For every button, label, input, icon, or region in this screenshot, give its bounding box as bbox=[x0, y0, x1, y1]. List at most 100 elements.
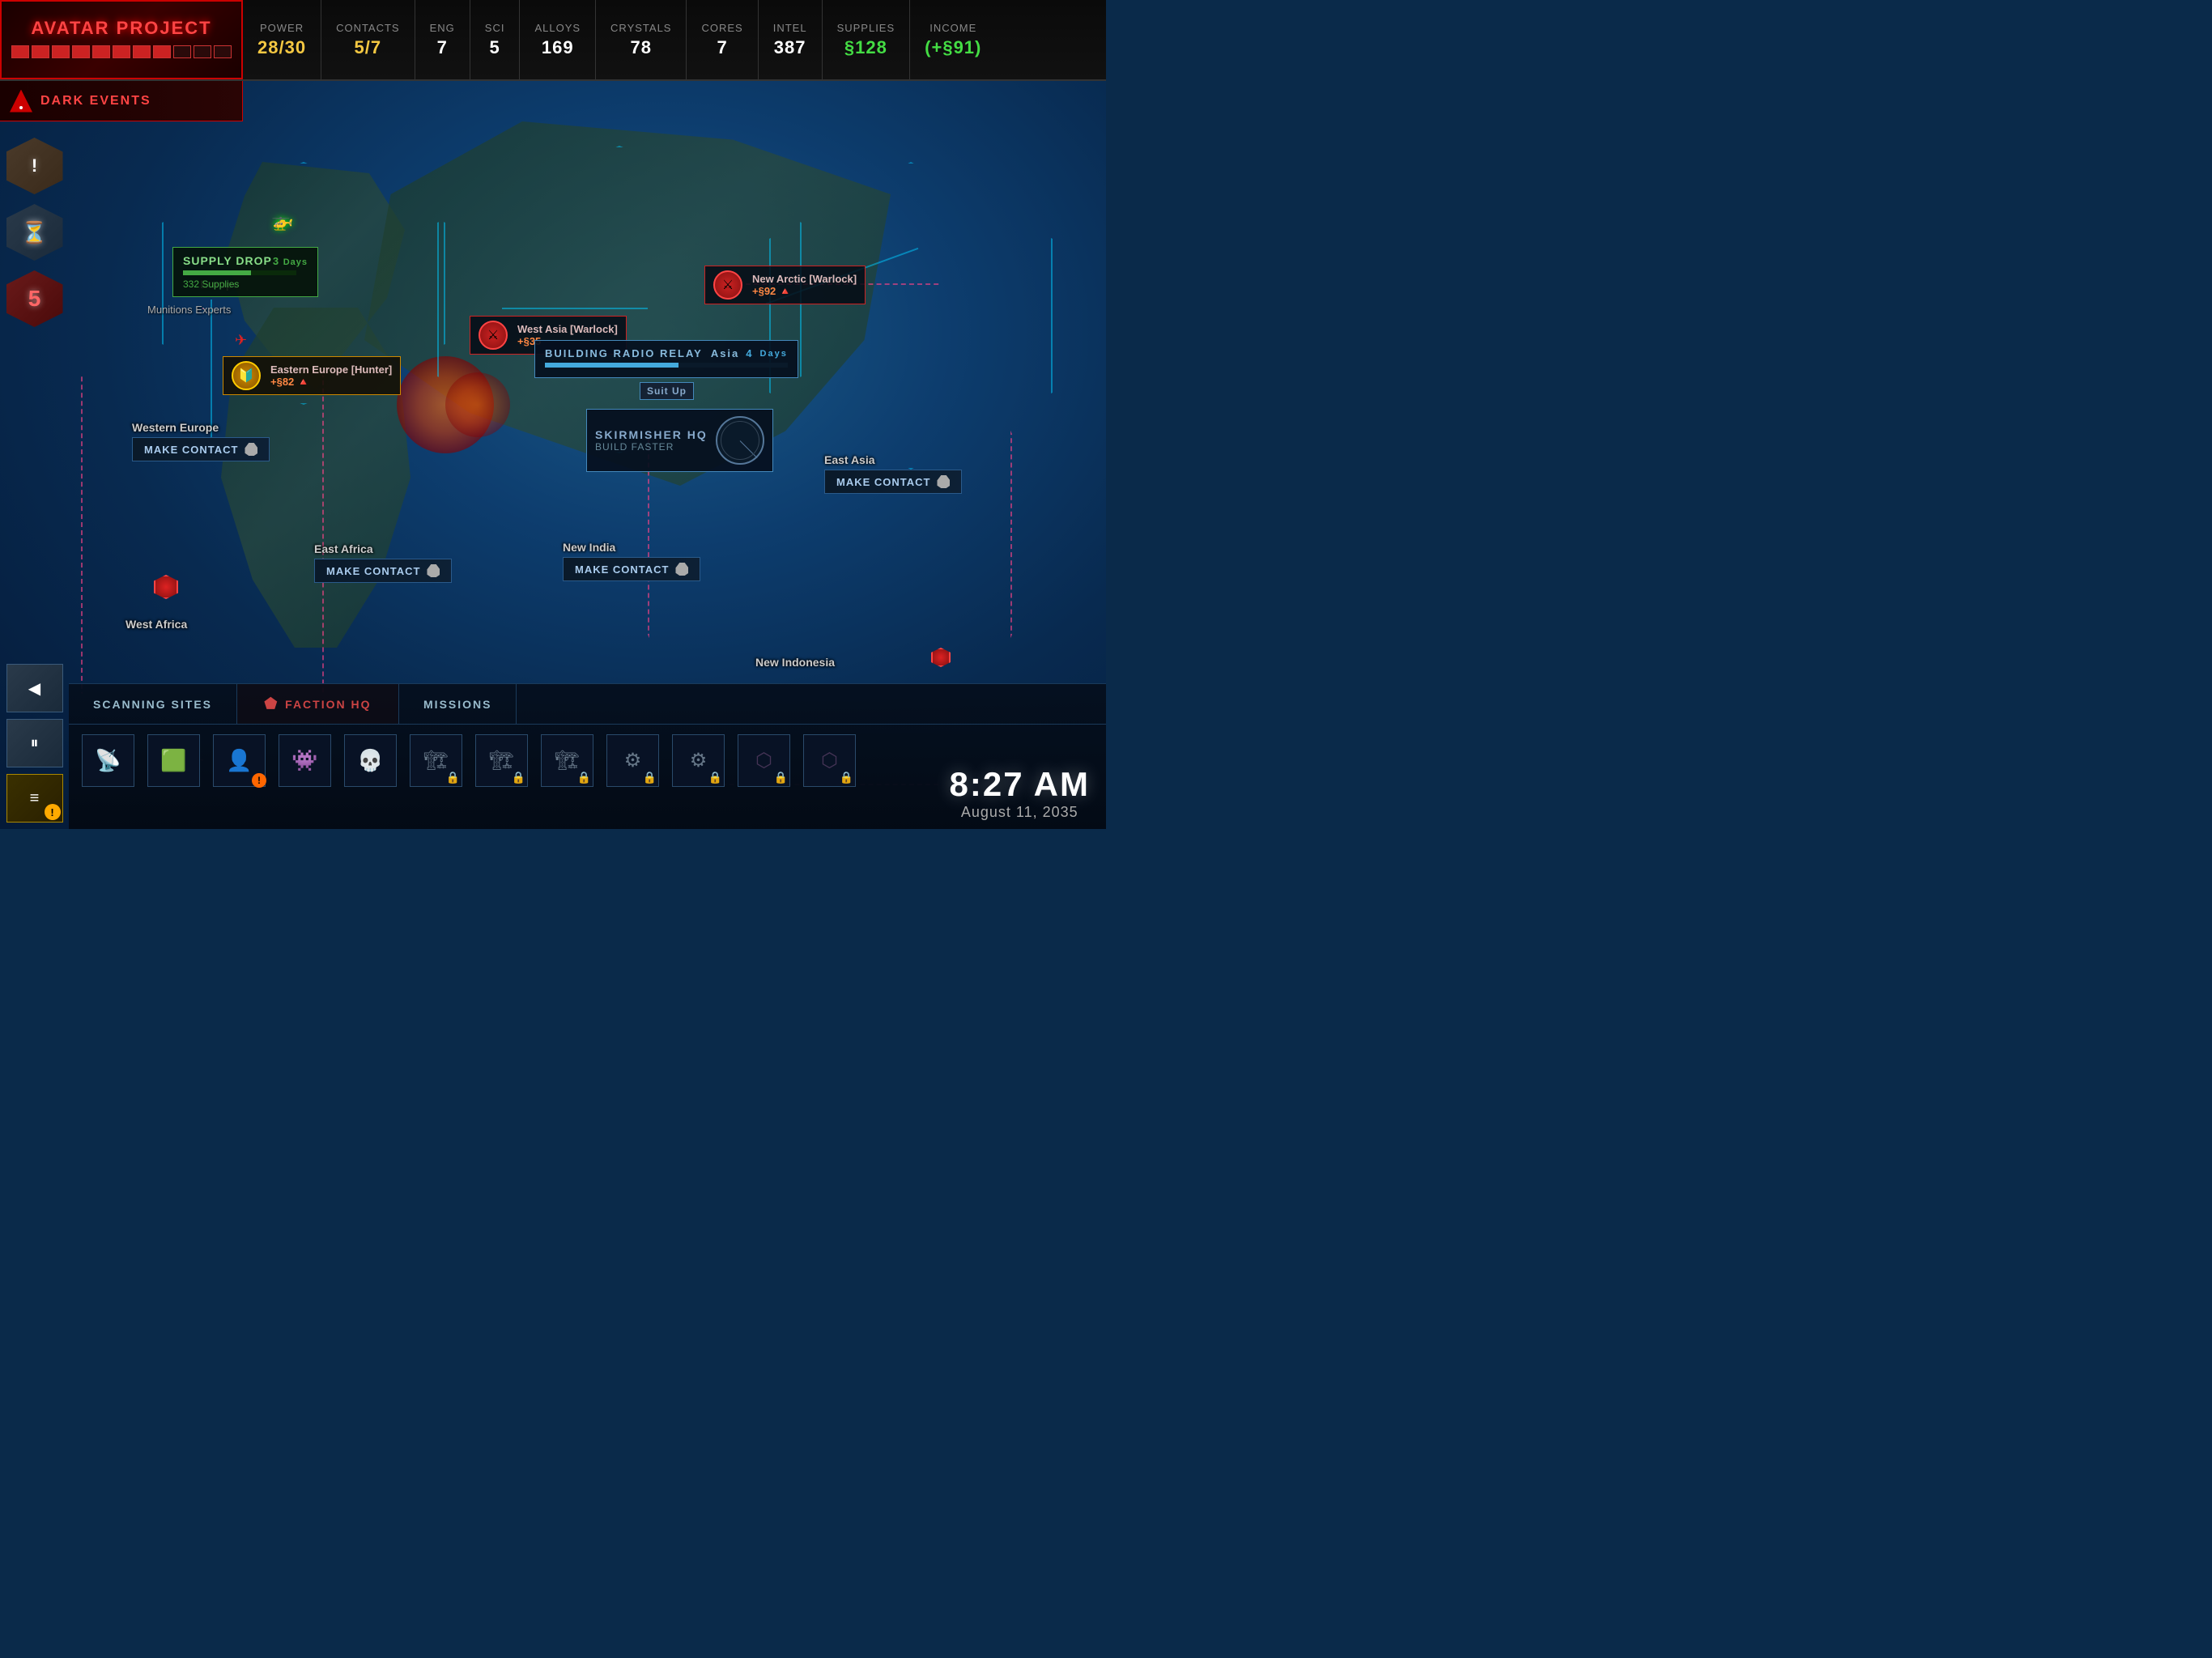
mission-3-icon: 🏗 bbox=[555, 749, 579, 772]
pip-4 bbox=[72, 45, 90, 58]
mission-2-icon: 🏗 bbox=[489, 749, 513, 772]
supply-drop-title: SUPPLY DROP bbox=[183, 254, 272, 267]
suit-up-label: Suit Up bbox=[640, 382, 694, 400]
pip-8 bbox=[153, 45, 171, 58]
avatar-project-title: AVATAR PROJECT bbox=[31, 18, 211, 39]
top-bar: AVATAR PROJECT POWER 28/30 CONTACTS 5/7 … bbox=[0, 0, 1106, 81]
pip-6 bbox=[113, 45, 130, 58]
skirmisher-title: SKIRMISHER HQ bbox=[595, 428, 708, 441]
warlock-unit-icon-arctic: ⚔ bbox=[713, 270, 742, 300]
bottom-icon-green-box[interactable]: 🟩 bbox=[147, 734, 200, 787]
stat-supplies[interactable]: SUPPLIES §128 bbox=[823, 0, 911, 79]
pip-2 bbox=[32, 45, 49, 58]
east-asia-make-contact-button[interactable]: MAKE CONTACT bbox=[824, 470, 962, 494]
stat-sci[interactable]: SCI 5 bbox=[470, 0, 521, 79]
make-contact-label-ea: MAKE CONTACT bbox=[326, 565, 420, 577]
dark-events-bar[interactable]: DARK EVENTS bbox=[0, 81, 243, 121]
fist-icon-we bbox=[245, 443, 257, 456]
mission-count-label: 5 bbox=[28, 286, 41, 312]
green-unit-europe: 🚁 bbox=[271, 210, 293, 232]
timer-icon: ⏳ bbox=[21, 220, 47, 245]
building-radio-relay-overlay[interactable]: BUILDING RADIO RELAY Asia 4 Days bbox=[534, 340, 798, 378]
stat-power[interactable]: POWER 28/30 bbox=[243, 0, 321, 79]
pause-button[interactable]: ⏸ bbox=[6, 719, 63, 767]
fist-icon-easia bbox=[937, 475, 950, 488]
scanning-sites-tab[interactable]: SCANNING SITES bbox=[69, 684, 237, 724]
radar-sweep bbox=[739, 440, 757, 458]
stat-alloys[interactable]: ALLOYS 169 bbox=[520, 0, 596, 79]
mission-count-button[interactable]: 5 bbox=[6, 270, 63, 327]
new-arctic-warlock-label[interactable]: ⚔ New Arctic [Warlock] +§92 🔺 bbox=[704, 266, 866, 304]
pause-icon: ⏸ bbox=[31, 734, 39, 753]
skirmisher-radar-icon bbox=[716, 416, 764, 465]
building-relay-progress bbox=[545, 363, 788, 368]
new-india-make-contact-button[interactable]: MAKE CONTACT bbox=[563, 557, 700, 581]
supply-drop-days: 3 Days bbox=[273, 255, 308, 267]
bottom-icon-antenna[interactable]: 📡 bbox=[82, 734, 134, 787]
bottom-icon-mission-1[interactable]: 🏗 bbox=[410, 734, 462, 787]
time-label: 8:27 AM bbox=[950, 765, 1091, 804]
warlock-unit-icon-west-asia: ⚔ bbox=[479, 321, 508, 350]
bottom-icon-mission-7[interactable]: ⬡ bbox=[803, 734, 856, 787]
make-contact-label-easia: MAKE CONTACT bbox=[836, 476, 930, 488]
west-asia-warlock-name: West Asia [Warlock] bbox=[517, 323, 618, 335]
fist-icon-ea bbox=[427, 564, 440, 577]
skirmisher-hq-overlay[interactable]: SKIRMISHER HQ BUILD FASTER bbox=[586, 409, 773, 472]
faction-hq-icon: ⬟ bbox=[265, 695, 279, 712]
bottom-icon-mission-5[interactable]: ⚙ bbox=[672, 734, 725, 787]
hunter-region-name: Eastern Europe [Hunter] bbox=[270, 363, 392, 376]
skull-icon: 💀 bbox=[357, 748, 383, 773]
stat-income[interactable]: INCOME (+§91) bbox=[910, 0, 996, 79]
pip-5 bbox=[92, 45, 110, 58]
supply-drop-overlay[interactable]: SUPPLY DROP 3 Days 332 Supplies bbox=[172, 247, 318, 297]
menu-alert-dot: ! bbox=[45, 804, 61, 820]
alert-hex-button[interactable]: ! bbox=[6, 138, 63, 194]
skirmisher-sub: BUILD FASTER bbox=[595, 441, 708, 453]
stat-crystals[interactable]: CRYSTALS 78 bbox=[596, 0, 687, 79]
stat-intel[interactable]: INTEL 387 bbox=[759, 0, 823, 79]
bottom-icon-person[interactable]: 👤 ! bbox=[213, 734, 266, 787]
person-alert: ! bbox=[252, 773, 266, 788]
faction-hq-tab[interactable]: ⬟ FACTION HQ bbox=[237, 684, 399, 724]
stat-contacts[interactable]: CONTACTS 5/7 bbox=[321, 0, 415, 79]
datetime-display: 8:27 AM August 11, 2035 bbox=[950, 765, 1091, 821]
avatar-progress-bar bbox=[11, 45, 232, 58]
hunter-unit-icon: 🔰 bbox=[232, 361, 261, 390]
arctic-income: +§92 🔺 bbox=[752, 285, 857, 298]
mission-6-icon: ⬡ bbox=[755, 749, 772, 772]
avatar-project-panel: AVATAR PROJECT bbox=[0, 0, 243, 79]
bottom-icon-mission-3[interactable]: 🏗 bbox=[541, 734, 593, 787]
bottom-icon-skull[interactable]: 💀 bbox=[344, 734, 397, 787]
date-label: August 11, 2035 bbox=[950, 804, 1091, 821]
bottom-icon-alien[interactable]: 👾 bbox=[279, 734, 331, 787]
stat-cores[interactable]: CORES 7 bbox=[687, 0, 758, 79]
make-contact-label-ni: MAKE CONTACT bbox=[575, 563, 669, 576]
building-relay-title: BUILDING RADIO RELAY bbox=[545, 347, 703, 359]
mission-1-icon: 🏗 bbox=[423, 749, 448, 772]
alien-icon: 👾 bbox=[291, 748, 317, 773]
supply-drop-supplies: 332 Supplies bbox=[183, 278, 308, 290]
stat-eng[interactable]: ENG 7 bbox=[415, 0, 470, 79]
missions-tab[interactable]: MISSIONS bbox=[399, 684, 517, 724]
eastern-europe-hunter-label[interactable]: 🔰 Eastern Europe [Hunter] +§82 🔺 bbox=[223, 356, 401, 395]
pip-1 bbox=[11, 45, 29, 58]
new-india-region: New India MAKE CONTACT bbox=[563, 541, 700, 581]
pip-7 bbox=[133, 45, 151, 58]
bottom-icon-mission-4[interactable]: ⚙ bbox=[606, 734, 659, 787]
bottom-tabs-row: SCANNING SITES ⬟ FACTION HQ MISSIONS bbox=[69, 684, 1106, 725]
east-africa-region: East Africa MAKE CONTACT bbox=[314, 542, 452, 583]
hunter-income: +§82 🔺 bbox=[270, 376, 392, 389]
east-africa-make-contact-button[interactable]: MAKE CONTACT bbox=[314, 559, 452, 583]
bottom-icon-mission-6[interactable]: ⬡ bbox=[738, 734, 790, 787]
dark-events-label: DARK EVENTS bbox=[40, 94, 151, 108]
scroll-left-button[interactable]: ◀ bbox=[6, 664, 63, 712]
menu-button[interactable]: ≡ ! bbox=[6, 774, 63, 823]
menu-icon: ≡ bbox=[30, 789, 40, 808]
timer-hex-button[interactable]: ⏳ bbox=[6, 204, 63, 261]
red-unit-west-africa bbox=[154, 575, 178, 599]
pip-3 bbox=[52, 45, 70, 58]
western-europe-make-contact-button[interactable]: MAKE CONTACT bbox=[132, 437, 270, 461]
bottom-icon-mission-2[interactable]: 🏗 bbox=[475, 734, 528, 787]
stats-bar: POWER 28/30 CONTACTS 5/7 ENG 7 SCI 5 ALL… bbox=[243, 0, 1106, 79]
left-sidebar: ! ⏳ 5 bbox=[0, 130, 69, 327]
